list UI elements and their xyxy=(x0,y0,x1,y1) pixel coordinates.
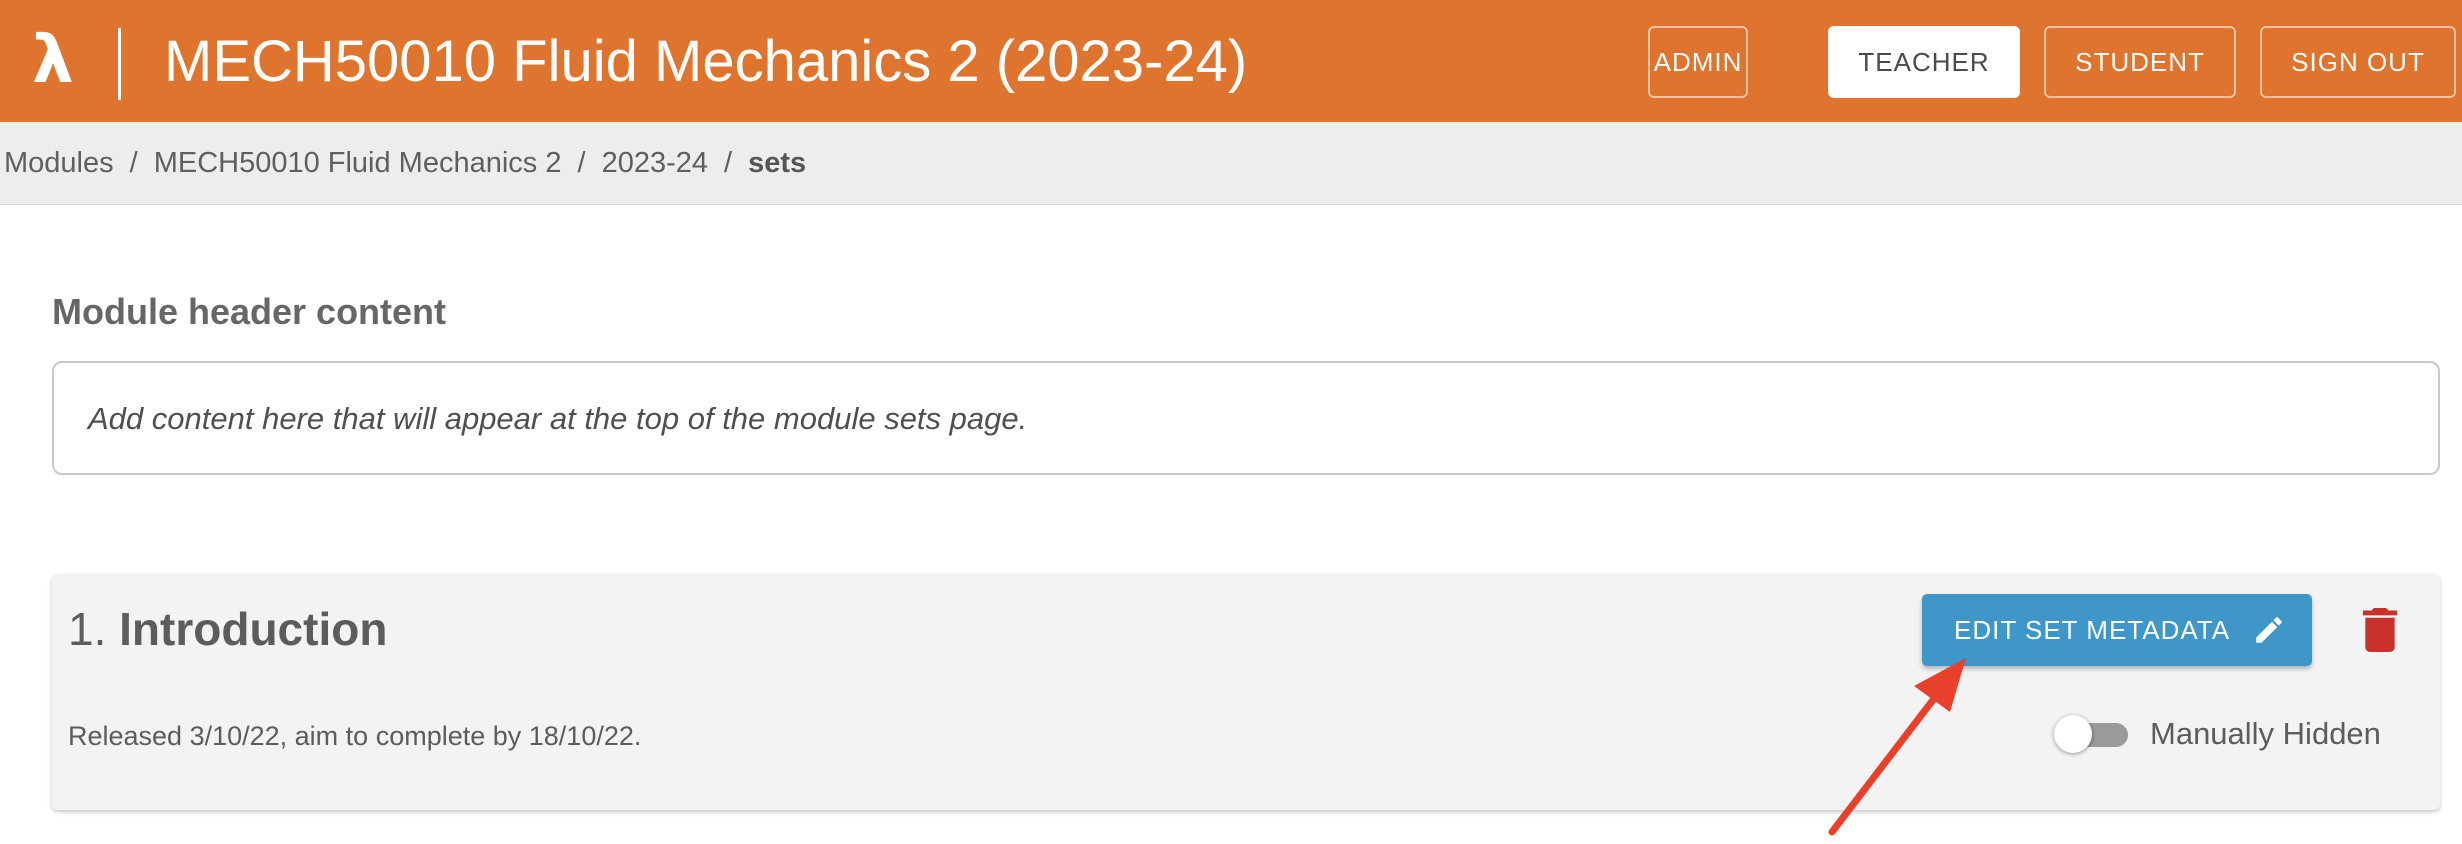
breadcrumb-module[interactable]: MECH50010 Fluid Mechanics 2 xyxy=(154,147,562,179)
sign-out-button[interactable]: SIGN OUT xyxy=(2260,26,2456,98)
breadcrumb-separator: / xyxy=(724,147,733,179)
manually-hidden-toggle[interactable] xyxy=(2054,712,2130,756)
pencil-icon xyxy=(2256,617,2282,643)
module-header-editor[interactable]: Add content here that will appear at the… xyxy=(52,361,2440,475)
set-name[interactable]: Introduction xyxy=(119,603,387,655)
module-header-heading: Module header content xyxy=(52,291,447,332)
teacher-button[interactable]: TEACHER xyxy=(1828,26,2020,98)
trash-icon[interactable] xyxy=(2362,608,2398,652)
logo-divider xyxy=(118,28,121,100)
breadcrumb-separator: / xyxy=(577,147,586,179)
lambda-logo-icon[interactable]: λ xyxy=(32,20,82,100)
breadcrumb-bar: Modules / MECH50010 Fluid Mechanics 2 / 2023… xyxy=(0,122,2462,205)
breadcrumb-current: sets xyxy=(748,147,807,179)
toggle-thumb xyxy=(2054,715,2092,753)
module-header-placeholder: Add content here that will appear at the… xyxy=(88,401,1028,436)
edit-set-metadata-label: EDIT SET METADATA xyxy=(1954,615,2231,645)
breadcrumb-modules[interactable]: Modules xyxy=(4,147,114,179)
page-title: MECH50010 Fluid Mechanics 2 (2023-24) xyxy=(164,29,1248,94)
set-release-info: Released 3/10/22, aim to complete by 18/… xyxy=(68,721,642,751)
set-card: 1. Introduction EDIT SET METADATA Releas… xyxy=(52,574,2440,810)
breadcrumb-year[interactable]: 2023-24 xyxy=(602,147,708,179)
top-app-bar: λ MECH50010 Fluid Mechanics 2 (2023-24) … xyxy=(0,0,2462,122)
manually-hidden-label: Manually Hidden xyxy=(2150,716,2381,751)
set-title: 1. Introduction xyxy=(68,600,387,658)
admin-button[interactable]: ADMIN xyxy=(1648,26,1748,98)
breadcrumb: Modules / MECH50010 Fluid Mechanics 2 / 2023… xyxy=(4,142,806,184)
set-number: 1. xyxy=(68,603,107,655)
breadcrumb-separator: / xyxy=(129,147,138,179)
student-button[interactable]: STUDENT xyxy=(2044,26,2236,98)
edit-set-metadata-button[interactable]: EDIT SET METADATA xyxy=(1922,594,2312,666)
